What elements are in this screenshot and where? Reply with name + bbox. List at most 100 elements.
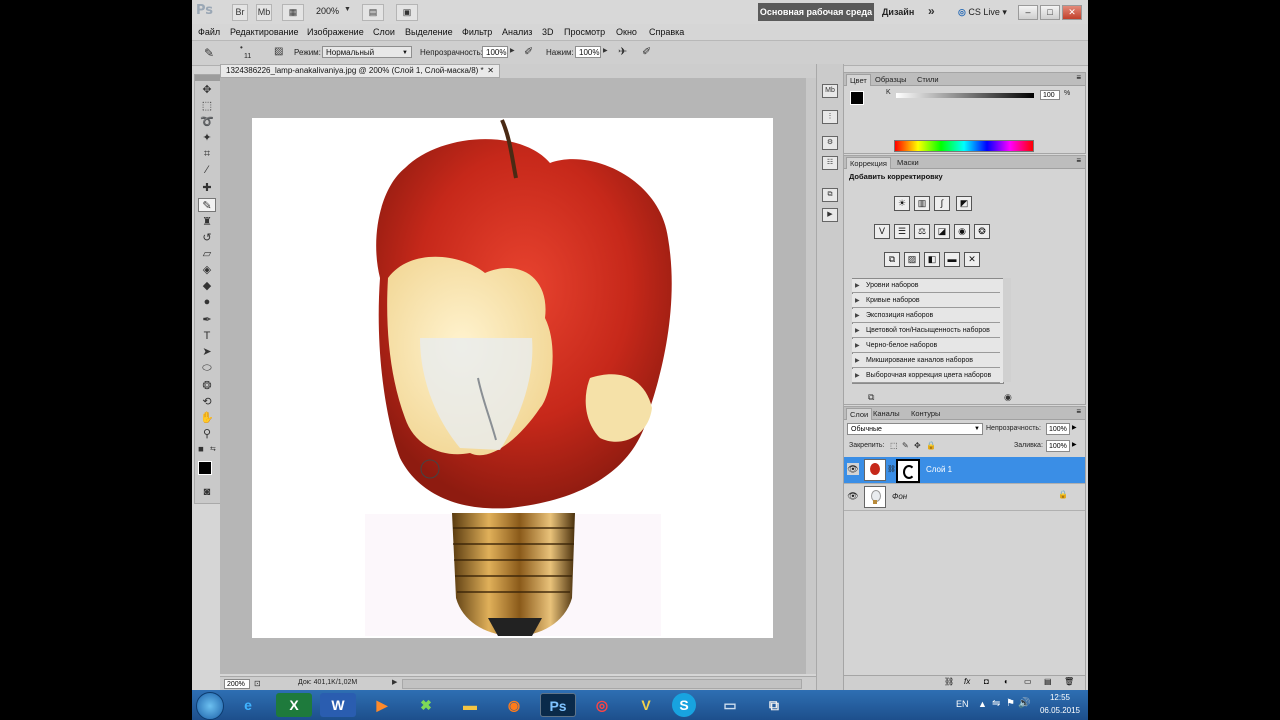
list-item[interactable]: Кривые наборов <box>852 294 1000 308</box>
layer-thumbnail[interactable] <box>864 486 886 508</box>
list-item[interactable]: Цветовой тон/Насыщенность наборов <box>852 324 1000 338</box>
quick-mask-icon[interactable]: ◙ <box>198 485 216 499</box>
lock-position-icon[interactable]: ✥ <box>914 441 921 450</box>
history-panel-icon[interactable]: Mb <box>822 84 838 98</box>
brush-tool-icon[interactable]: ✎ <box>198 198 216 212</box>
tab-color[interactable]: Цвет <box>846 74 871 86</box>
eye-icon[interactable]: 👁 <box>847 463 859 475</box>
lock-transparency-icon[interactable]: ⬚ <box>890 441 898 450</box>
color-balance-icon[interactable]: ⚖ <box>914 224 930 239</box>
quick-select-tool-icon[interactable]: ✦ <box>198 131 216 145</box>
actions-panel-icon[interactable]: ⚙ <box>822 136 838 150</box>
viber-like-icon[interactable]: V <box>628 693 664 717</box>
lock-pixels-icon[interactable]: ✎ <box>902 441 909 450</box>
close-document-icon[interactable]: ✕ <box>487 65 494 77</box>
eye-icon[interactable]: 👁 <box>847 490 859 502</box>
opacity-input[interactable]: 100% <box>482 46 508 58</box>
cs-live-button[interactable]: ◎ CS Live ▾ <box>958 4 1016 20</box>
workspace-essentials-button[interactable]: Основная рабочая среда <box>758 3 874 21</box>
shape-tool-icon[interactable]: ⬭ <box>198 361 216 375</box>
visibility-toggle-icon[interactable]: ◉ <box>1004 392 1012 403</box>
clone-stamp-tool-icon[interactable]: ♜ <box>198 215 216 229</box>
zoom-tool-icon[interactable]: ⚲ <box>198 427 216 441</box>
swatches-panel-icon[interactable]: ⋮ <box>822 110 838 124</box>
clip-to-layer-icon[interactable]: ⧉ <box>868 392 874 403</box>
tab-adjustments[interactable]: Коррекция <box>846 157 891 169</box>
color-spectrum-bar[interactable] <box>894 140 1034 152</box>
media-player-icon[interactable]: ▶ <box>364 693 400 717</box>
internet-explorer-icon[interactable]: e <box>230 693 266 717</box>
list-item[interactable]: Уровни наборов <box>852 279 1000 293</box>
monitor-icon[interactable]: ▭ <box>712 693 748 717</box>
presets-scrollbar[interactable] <box>1003 278 1011 382</box>
foreground-color-swatch[interactable] <box>198 461 212 475</box>
tray-up-arrow-icon[interactable]: ▲ <box>978 699 987 709</box>
3d-orbit-tool-icon[interactable]: ⟲ <box>198 395 216 409</box>
vector-app-icon[interactable]: ✖ <box>408 693 444 717</box>
curves-icon[interactable]: ∫ <box>934 196 950 211</box>
channel-mixer-icon[interactable]: ❂ <box>974 224 990 239</box>
opacity-slider-arrow-icon[interactable]: ▶ <box>510 47 515 54</box>
hue-saturation-icon[interactable]: ☰ <box>894 224 910 239</box>
default-colors-icon[interactable]: ◼ <box>198 445 204 453</box>
brush-panel-icon[interactable]: ▨ <box>274 46 283 57</box>
hand-tool-icon[interactable]: ✋ <box>198 411 216 425</box>
layer-thumbnail[interactable] <box>864 459 886 481</box>
tab-paths[interactable]: Контуры <box>908 408 943 419</box>
move-tool-icon[interactable]: ✥ <box>198 83 216 97</box>
blend-mode-select[interactable]: Обычные ▼ <box>847 423 983 435</box>
volume-icon[interactable]: 🔊 <box>1018 698 1030 709</box>
clock-date[interactable]: 06.05.2015 <box>1034 706 1086 715</box>
layer-opacity-arrow-icon[interactable]: ▶ <box>1072 424 1077 431</box>
photo-filter-icon[interactable]: ◉ <box>954 224 970 239</box>
layer-mask-thumbnail[interactable] <box>896 459 920 483</box>
pressure-size-icon[interactable]: ✐ <box>642 45 651 58</box>
blur-tool-icon[interactable]: ◆ <box>198 279 216 293</box>
layer-name[interactable]: Слой 1 <box>926 465 952 474</box>
menu-layers[interactable]: Слои <box>373 26 395 39</box>
arrange-documents-button[interactable]: ▤ <box>362 4 384 21</box>
clock-time[interactable]: 12:55 <box>1040 693 1080 702</box>
mode-select[interactable]: Нормальный ▼ <box>322 46 412 58</box>
lasso-tool-icon[interactable]: ➰ <box>198 115 216 129</box>
pen-tool-icon[interactable]: ✒ <box>198 313 216 327</box>
panel-menu-icon[interactable]: ≡ <box>1076 156 1081 165</box>
vertical-scrollbar[interactable] <box>806 78 816 674</box>
brush-size[interactable]: 11 <box>244 53 251 60</box>
menu-image[interactable]: Изображение <box>307 26 364 39</box>
list-item[interactable]: Выборочная коррекция цвета наборов <box>852 369 1000 383</box>
panel-menu-icon[interactable]: ≡ <box>1076 407 1081 416</box>
toolbox-grip[interactable] <box>195 75 221 81</box>
start-button[interactable] <box>196 692 224 720</box>
fx-icon[interactable]: fx <box>964 677 970 686</box>
menu-edit[interactable]: Редактирование <box>230 26 299 39</box>
bridge-button[interactable]: Br <box>232 4 248 21</box>
menu-select[interactable]: Выделение <box>405 26 453 39</box>
view-extras-button[interactable]: ▦ <box>282 4 304 21</box>
invert-icon[interactable]: ⧉ <box>884 252 900 267</box>
selective-color-icon[interactable]: ✕ <box>964 252 980 267</box>
exposure-icon[interactable]: ◩ <box>956 196 972 211</box>
menu-3d[interactable]: 3D <box>542 26 554 39</box>
pressure-opacity-icon[interactable]: ✐ <box>524 45 533 58</box>
threshold-icon[interactable]: ◧ <box>924 252 940 267</box>
tab-layers[interactable]: Слои <box>846 408 873 420</box>
crop-tool-icon[interactable]: ⌗ <box>198 147 216 161</box>
photoshop-taskbar-icon[interactable]: Ps <box>540 693 576 717</box>
status-menu-arrow-icon[interactable]: ▶ <box>392 678 397 686</box>
vibrance-icon[interactable]: V <box>874 224 890 239</box>
menu-help[interactable]: Справка <box>649 26 684 39</box>
black-white-icon[interactable]: ◪ <box>934 224 950 239</box>
language-indicator[interactable]: EN <box>956 699 969 709</box>
trash-icon[interactable]: 🗑 <box>1064 677 1074 686</box>
layer-row[interactable]: 👁 Фон 🔒 <box>844 484 1085 511</box>
3d-rotate-tool-icon[interactable]: ❂ <box>198 379 216 393</box>
list-item[interactable]: Экспозиция наборов <box>852 309 1000 323</box>
k-slider[interactable] <box>896 93 1034 98</box>
tab-masks[interactable]: Маски <box>894 157 922 168</box>
eraser-tool-icon[interactable]: ▱ <box>198 247 216 261</box>
history-brush-tool-icon[interactable]: ↺ <box>198 231 216 245</box>
layer-name[interactable]: Фон <box>892 492 907 501</box>
add-mask-icon[interactable]: ◘ <box>984 677 989 686</box>
menu-analysis[interactable]: Анализ <box>502 26 532 39</box>
